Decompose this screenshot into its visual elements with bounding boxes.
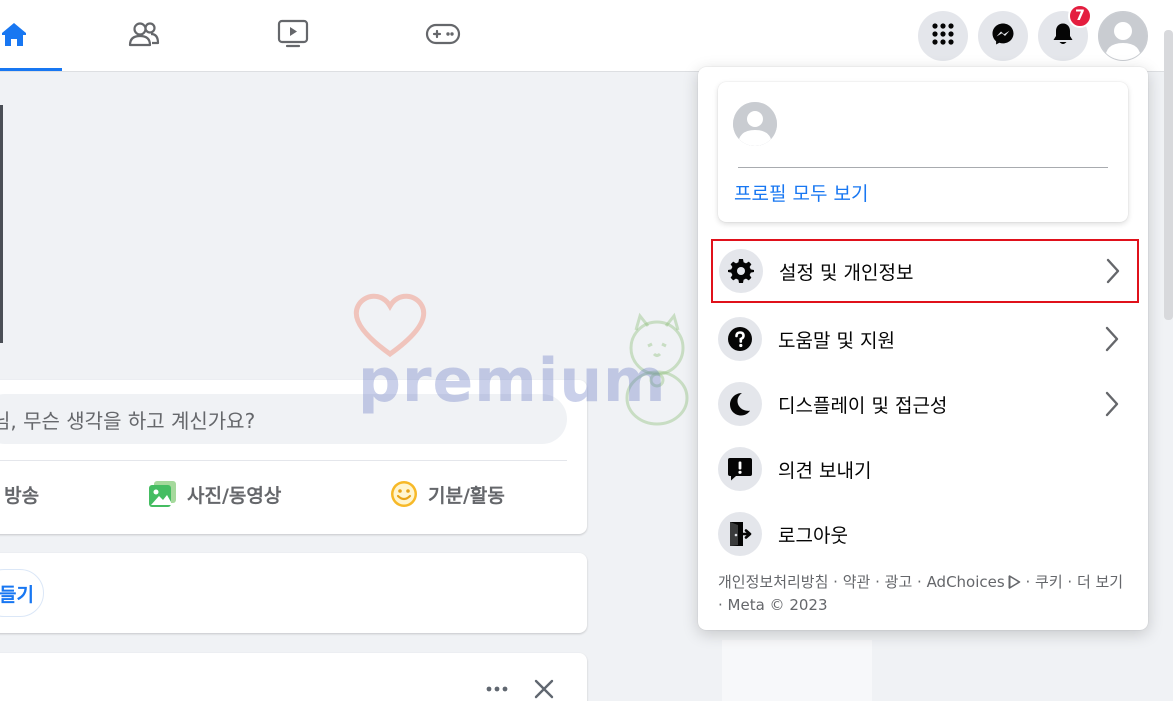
- terms-link[interactable]: 약관: [843, 573, 871, 591]
- home-icon: [0, 20, 28, 52]
- profile-divider: [738, 167, 1108, 168]
- footer-separator: ·: [912, 573, 927, 591]
- chevron-right-icon: [1103, 257, 1123, 285]
- tab-home[interactable]: [0, 0, 62, 72]
- footer-separator: ·: [718, 596, 728, 614]
- feeling-activity-button[interactable]: 기분/활동: [388, 472, 505, 516]
- adchoices-link[interactable]: AdChoices: [927, 573, 1005, 591]
- photo-video-button[interactable]: 사진/동영상: [147, 472, 281, 516]
- story-card-edge: [0, 105, 3, 343]
- messenger-icon: [991, 22, 1015, 50]
- logout-icon: [718, 512, 762, 556]
- menu-item-help-support[interactable]: 도움말 및 지원: [710, 307, 1136, 371]
- gaming-icon: [425, 22, 461, 50]
- feed-post-card: [0, 653, 587, 701]
- chevron-right-icon: [1102, 390, 1122, 418]
- photo-video-label: 사진/동영상: [187, 484, 282, 507]
- composer-divider: [0, 460, 567, 461]
- live-video-button[interactable]: 브 방송: [0, 472, 39, 516]
- menu-item-give-feedback[interactable]: 의견 보내기: [710, 437, 1136, 501]
- menu-item-display-accessibility[interactable]: 디스플레이 및 접근성: [710, 372, 1136, 436]
- menu-item-label: 의견 보내기: [778, 459, 872, 482]
- bell-icon: [1052, 22, 1074, 50]
- copyright-text: Meta © 2023: [727, 596, 828, 614]
- chevron-right-icon: [1102, 325, 1122, 353]
- moon-icon: [718, 382, 762, 426]
- profile-avatar[interactable]: [733, 102, 777, 146]
- footer-links: 개인정보처리방침 · 약관 · 광고 · AdChoices · 쿠키 · 더 …: [718, 572, 1130, 616]
- footer-separator: ·: [1062, 573, 1077, 591]
- profile-card: 프로필 모두 보기: [718, 82, 1128, 222]
- menu-item-label: 도움말 및 지원: [778, 329, 895, 352]
- live-video-label: 브 방송: [0, 484, 40, 507]
- room-card: [0, 553, 587, 633]
- menu-item-settings-privacy[interactable]: 설정 및 개인정보: [711, 239, 1139, 303]
- grid-icon: [931, 22, 955, 50]
- post-composer: 님, 무슨 생각을 하고 계신가요? 브 방송 사진/동영상 기분/활동: [0, 380, 587, 534]
- feeling-activity-label: 기분/활동: [428, 484, 505, 507]
- more-options-icon[interactable]: [484, 679, 510, 699]
- gear-icon: [719, 249, 763, 293]
- see-all-profiles-link[interactable]: 프로필 모두 보기: [734, 179, 868, 206]
- adchoices-icon: [1008, 574, 1021, 595]
- menu-item-logout[interactable]: 로그아웃: [710, 502, 1136, 566]
- watch-icon: [277, 19, 309, 53]
- tab-watch[interactable]: [245, 0, 341, 72]
- top-navigation-bar: 7: [0, 0, 1173, 72]
- close-icon[interactable]: [533, 678, 555, 700]
- advertising-link[interactable]: 광고: [885, 573, 913, 591]
- avatar-icon: [1099, 12, 1147, 60]
- cookies-link[interactable]: 쿠키: [1035, 573, 1063, 591]
- tab-gaming[interactable]: [395, 0, 491, 72]
- tab-friends[interactable]: [96, 0, 192, 72]
- account-avatar-button[interactable]: [1098, 11, 1148, 61]
- menu-item-label: 디스플레이 및 접근성: [778, 394, 948, 417]
- photo-icon: [147, 478, 179, 510]
- avatar-icon: [733, 102, 777, 146]
- account-dropdown-menu: 프로필 모두 보기 설정 및 개인정보 도움말 및 지원 디스플레이 및 접근성: [698, 67, 1148, 630]
- feedback-icon: [718, 447, 762, 491]
- more-link[interactable]: 더 보기: [1077, 573, 1123, 591]
- menu-item-label: 로그아웃: [778, 524, 848, 547]
- notification-badge: 7: [1068, 4, 1092, 28]
- footer-separator: ·: [1020, 573, 1036, 591]
- page-scrollbar[interactable]: [1164, 30, 1173, 320]
- background-panel: [722, 640, 872, 701]
- footer-separator: ·: [870, 573, 885, 591]
- composer-input[interactable]: 님, 무슨 생각을 하고 계신가요?: [0, 394, 567, 444]
- smile-icon: [388, 478, 420, 510]
- menu-grid-button[interactable]: [918, 11, 968, 61]
- notifications-button[interactable]: 7: [1038, 4, 1092, 61]
- menu-item-label: 설정 및 개인정보: [779, 261, 914, 284]
- footer-separator: ·: [828, 573, 843, 591]
- create-room-label: 들기: [0, 583, 34, 606]
- privacy-policy-link[interactable]: 개인정보처리방침: [718, 573, 828, 591]
- messenger-button[interactable]: [978, 11, 1028, 61]
- help-icon: [718, 317, 762, 361]
- friends-icon: [127, 20, 161, 52]
